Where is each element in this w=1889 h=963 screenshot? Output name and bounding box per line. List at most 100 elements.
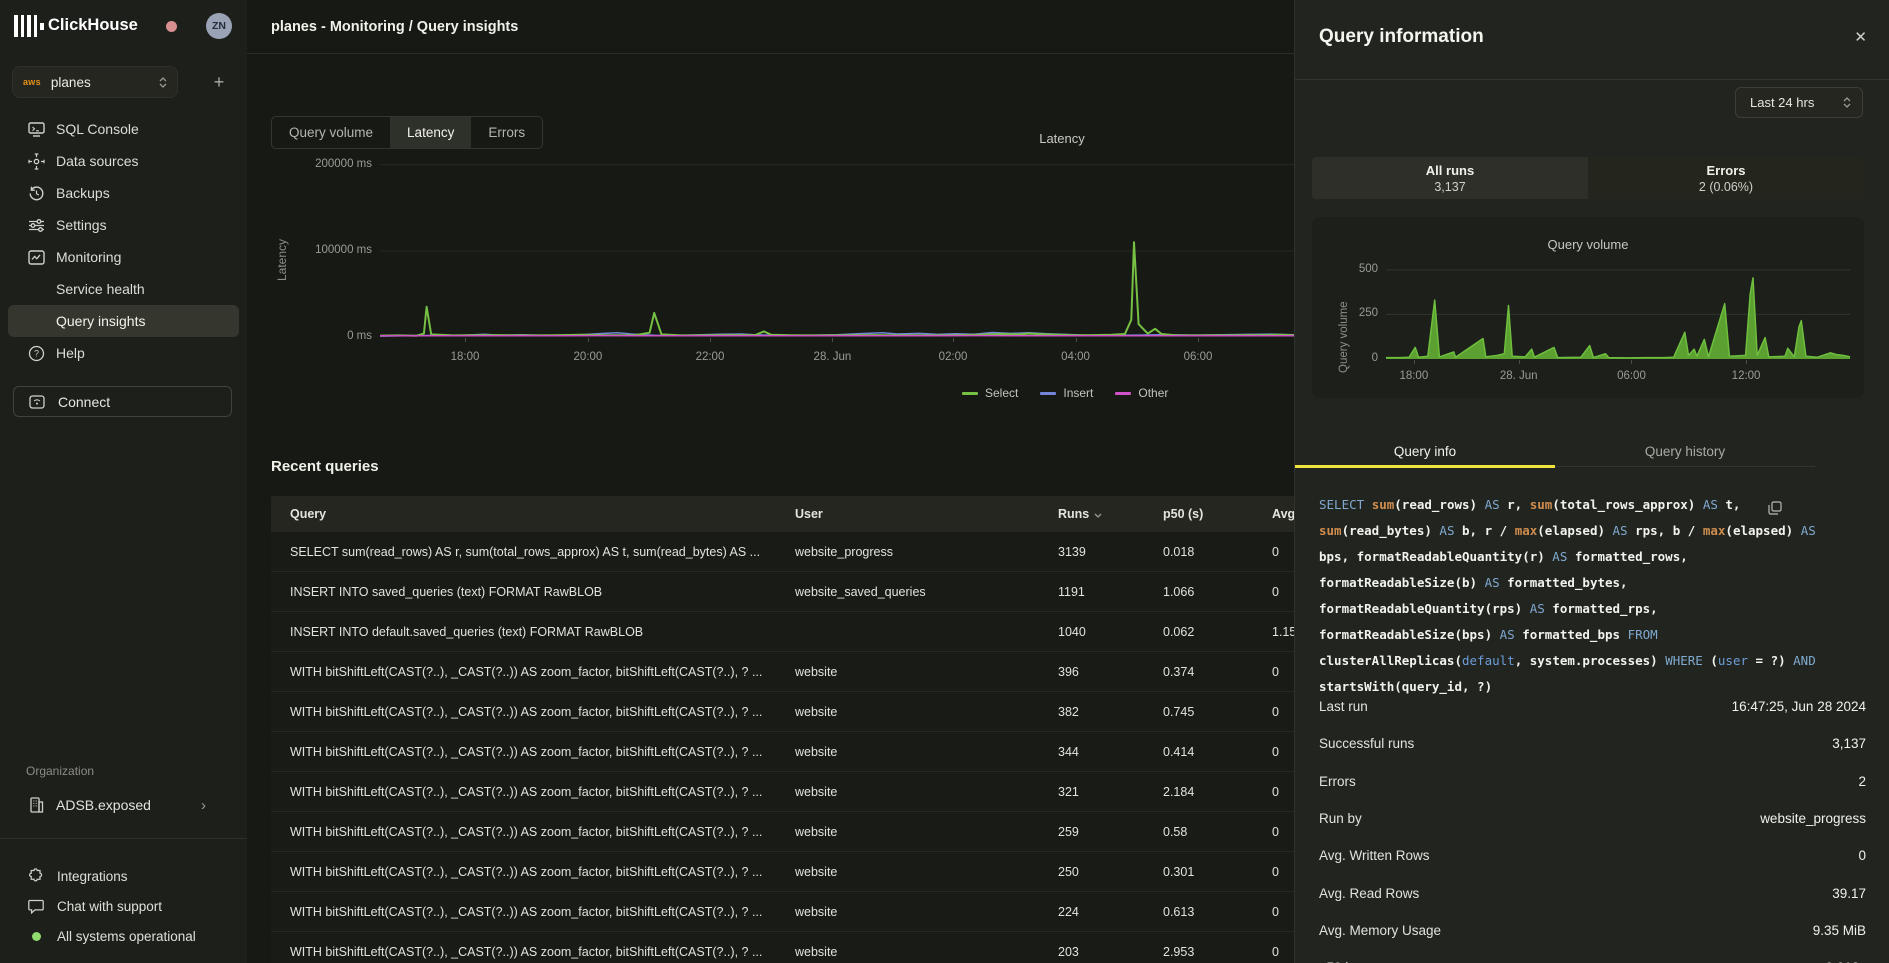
cell-runs: 396: [1039, 665, 1144, 679]
sort-chevron-down-icon: [1094, 507, 1102, 521]
sidebar-item-service-health[interactable]: Service health: [0, 273, 247, 305]
segment-errors[interactable]: Errors 2 (0.06%): [1588, 157, 1864, 199]
cell-user: website: [776, 785, 1039, 799]
cell-p50: 0.018: [1144, 545, 1253, 559]
cell-p50: 0.58: [1144, 825, 1253, 839]
cell-p50: 0.062: [1144, 625, 1253, 639]
sidebar-item-chat-support[interactable]: Chat with support: [0, 891, 247, 921]
chart-tabs: Query volume Latency Errors: [271, 116, 543, 149]
backups-icon: [26, 183, 46, 203]
time-range-select[interactable]: Last 24 hrs: [1735, 87, 1863, 118]
cell-avg: 0: [1253, 945, 1294, 959]
table-row[interactable]: WITH bitShiftLeft(CAST(?..), _CAST(?..))…: [271, 692, 1294, 732]
tab-query-volume[interactable]: Query volume: [272, 117, 390, 148]
cell-p50: 0.745: [1144, 705, 1253, 719]
svg-text:?: ?: [33, 348, 38, 358]
table-header-row: Query User Runs p50 (s) Avg.: [271, 496, 1294, 532]
query-volume-card: Query volume Query volume 025050018:0028…: [1312, 217, 1864, 398]
col-avg[interactable]: Avg.: [1253, 507, 1294, 521]
table-row[interactable]: INSERT INTO default.saved_queries (text)…: [271, 612, 1294, 652]
sidebar-item-query-insights[interactable]: Query insights: [8, 305, 239, 337]
sliders-icon: [26, 215, 46, 235]
table-body: SELECT sum(read_rows) AS r, sum(total_ro…: [271, 532, 1294, 963]
col-user[interactable]: User: [776, 507, 1039, 521]
legend-item-insert[interactable]: Insert: [1040, 386, 1093, 400]
sidebar-item-settings[interactable]: Settings: [0, 209, 247, 241]
copy-icon[interactable]: [1768, 501, 1782, 520]
stat-value: 3,137: [1832, 736, 1866, 751]
stat-label: Avg. Memory Usage: [1319, 923, 1441, 938]
stat-row: Successful runs 3,137: [1319, 725, 1866, 762]
sidebar-nav: SQL Console Data sources Backups Setting…: [0, 113, 247, 369]
user-avatar[interactable]: ZN: [206, 13, 232, 39]
legend-item-select[interactable]: Select: [962, 386, 1018, 400]
organization-switcher[interactable]: ADSB.exposed ›: [0, 790, 247, 820]
col-query[interactable]: Query: [271, 507, 776, 521]
cell-avg: 0: [1253, 785, 1294, 799]
cell-query: WITH bitShiftLeft(CAST(?..), _CAST(?..))…: [271, 665, 776, 679]
sidebar-item-sql-console[interactable]: SQL Console: [0, 113, 247, 145]
cell-user: website_progress: [776, 545, 1039, 559]
table-row[interactable]: WITH bitShiftLeft(CAST(?..), _CAST(?..))…: [271, 772, 1294, 812]
table-row[interactable]: WITH bitShiftLeft(CAST(?..), _CAST(?..))…: [271, 732, 1294, 772]
sidebar-item-data-sources[interactable]: Data sources: [0, 145, 247, 177]
table-row[interactable]: WITH bitShiftLeft(CAST(?..), _CAST(?..))…: [271, 852, 1294, 892]
cell-p50: 0.301: [1144, 865, 1253, 879]
sidebar-item-integrations[interactable]: Integrations: [0, 861, 247, 891]
segment-all-runs[interactable]: All runs 3,137: [1312, 157, 1588, 199]
help-icon: ?: [26, 343, 46, 363]
sidebar-item-help[interactable]: ? Help: [0, 337, 247, 369]
service-selector[interactable]: aws planes: [12, 66, 178, 98]
table-row[interactable]: INSERT INTO saved_queries (text) FORMAT …: [271, 572, 1294, 612]
stat-label: Avg. Read Rows: [1319, 886, 1419, 901]
connect-button[interactable]: Connect: [13, 386, 232, 417]
stat-row: p50 latency 0.018s: [1319, 949, 1866, 963]
stat-row: Errors 2: [1319, 763, 1866, 800]
page-title: planes - Monitoring / Query insights: [271, 19, 518, 35]
table-row[interactable]: WITH bitShiftLeft(CAST(?..), _CAST(?..))…: [271, 892, 1294, 932]
cell-user: website: [776, 945, 1039, 959]
table-row[interactable]: WITH bitShiftLeft(CAST(?..), _CAST(?..))…: [271, 652, 1294, 692]
col-runs[interactable]: Runs: [1039, 507, 1144, 521]
tab-errors[interactable]: Errors: [471, 117, 542, 148]
table-row[interactable]: WITH bitShiftLeft(CAST(?..), _CAST(?..))…: [271, 812, 1294, 852]
close-icon[interactable]: ✕: [1854, 28, 1867, 46]
tab-latency[interactable]: Latency: [390, 117, 471, 148]
sidebar-divider: [0, 838, 247, 839]
panel-title: Query information: [1319, 26, 1484, 48]
status-dot-icon: [27, 927, 45, 945]
legend-label: Insert: [1063, 386, 1093, 400]
stat-row: Run by website_progress: [1319, 800, 1866, 837]
sidebar-item-monitoring[interactable]: Monitoring: [0, 241, 247, 273]
legend-swatch: [1115, 392, 1131, 395]
stat-row: Avg. Written Rows 0: [1319, 837, 1866, 874]
sidebar-item-backups[interactable]: Backups: [0, 177, 247, 209]
tab-query-info[interactable]: Query info: [1295, 436, 1555, 466]
sidebar-item-system-status[interactable]: All systems operational: [0, 921, 247, 951]
cell-query: WITH bitShiftLeft(CAST(?..), _CAST(?..))…: [271, 825, 776, 839]
tab-query-history[interactable]: Query history: [1555, 436, 1815, 466]
cell-p50: 1.066: [1144, 585, 1253, 599]
stat-row: Avg. Memory Usage 9.35 MiB: [1319, 912, 1866, 949]
stat-value: 2: [1858, 774, 1866, 789]
col-p50[interactable]: p50 (s): [1144, 507, 1253, 521]
updown-chevron-icon: [159, 77, 167, 88]
cell-runs: 344: [1039, 745, 1144, 759]
sql-code-block: SELECT sum(read_rows) AS r, sum(total_ro…: [1319, 492, 1819, 700]
runs-errors-segments: All runs 3,137 Errors 2 (0.06%): [1312, 157, 1864, 199]
legend-label: Select: [985, 386, 1018, 400]
cell-runs: 382: [1039, 705, 1144, 719]
cell-user: website: [776, 745, 1039, 759]
cell-user: website: [776, 865, 1039, 879]
sidebar-header: ClickHouse ZN: [0, 0, 247, 52]
legend-item-other[interactable]: Other: [1115, 386, 1168, 400]
table-row[interactable]: SELECT sum(read_rows) AS r, sum(total_ro…: [271, 532, 1294, 572]
table-row[interactable]: WITH bitShiftLeft(CAST(?..), _CAST(?..))…: [271, 932, 1294, 963]
cell-avg: 0: [1253, 825, 1294, 839]
cell-avg: 0: [1253, 905, 1294, 919]
cell-runs: 203: [1039, 945, 1144, 959]
stat-label: Last run: [1319, 699, 1368, 714]
add-service-button[interactable]: +: [206, 69, 232, 95]
stat-value: 9.35 MiB: [1813, 923, 1866, 938]
cell-query: WITH bitShiftLeft(CAST(?..), _CAST(?..))…: [271, 705, 776, 719]
